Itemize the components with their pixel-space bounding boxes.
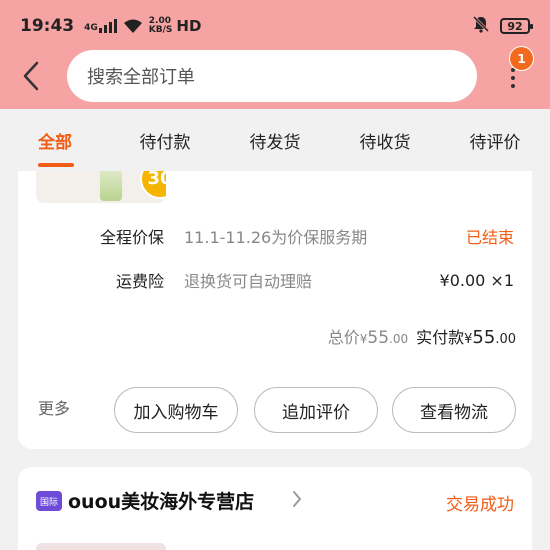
price-protect-status: 已结束	[465, 228, 514, 247]
search-input[interactable]: 搜索全部订单	[67, 50, 477, 102]
tab-label: 待评价	[469, 132, 521, 153]
order-card: 30 全程价保 11.1-11.26为价保服务期 已结束 运费险 退换货可自动理…	[18, 171, 532, 449]
price-protect-label: 全程价保	[99, 228, 164, 247]
tab-label: 全部	[38, 132, 72, 153]
product-thumbnail[interactable]	[36, 543, 166, 550]
shipping-insurance-label: 运费险	[115, 272, 164, 291]
back-button[interactable]	[16, 58, 46, 94]
add-review-button[interactable]: 追加评价	[254, 387, 378, 433]
order-total-line: 总价 ¥55.00 实付款 ¥55.00	[328, 324, 516, 354]
order-tabs: 全部 待付款 待发货 待收货 待评价	[0, 109, 550, 171]
tab-pending-receipt[interactable]: 待收货	[330, 109, 440, 171]
active-tab-indicator	[38, 163, 74, 167]
network-type: 4G	[84, 23, 98, 33]
product-badge: 30	[140, 171, 166, 199]
tab-pending-review[interactable]: 待评价	[440, 109, 550, 171]
cellular-signal-icon: 4G	[84, 19, 117, 33]
network-speed: 2.00 KB/S	[149, 17, 173, 35]
shop-name[interactable]: ouou美妆海外专营店	[68, 487, 254, 514]
product-thumbnail[interactable]: 30	[36, 171, 166, 203]
chevron-right-icon[interactable]	[292, 490, 302, 512]
shipping-insurance-desc: 退换货可自动理赔	[184, 272, 313, 291]
wifi-icon	[123, 18, 143, 34]
add-to-cart-button[interactable]: 加入购物车	[114, 387, 238, 433]
tab-all[interactable]: 全部	[0, 109, 110, 171]
battery-icon: 92	[500, 18, 533, 34]
shop-badge-icon: 国际	[36, 491, 62, 511]
shipping-insurance-row[interactable]: 运费险 退换货可自动理赔 ¥0.00 ×1	[18, 265, 532, 295]
tab-pending-shipment[interactable]: 待发货	[220, 109, 330, 171]
paid-label: 实付款	[416, 328, 465, 347]
chevron-left-icon	[23, 61, 39, 91]
total-label: 总价	[327, 328, 360, 347]
view-logistics-button[interactable]: 查看物流	[392, 387, 516, 433]
status-time: 19:43	[20, 16, 75, 36]
speed-unit: KB/S	[148, 25, 173, 35]
order-card: 国际 ouou美妆海外专营店 交易成功	[18, 467, 532, 550]
tab-label: 待发货	[249, 132, 301, 153]
shipping-insurance-price: ¥0.00 ×1	[439, 270, 514, 290]
product-image	[100, 171, 122, 201]
header: 19:43 4G 2.00 KB/S HD 92 搜索全部订单 1	[0, 0, 550, 109]
more-actions-link[interactable]: 更多	[38, 395, 70, 419]
paid-price: ¥55.00	[464, 327, 516, 348]
hd-indicator: HD	[176, 17, 202, 35]
tab-label: 待付款	[139, 132, 191, 153]
status-bar: 19:43 4G 2.00 KB/S HD 92	[0, 0, 550, 52]
mute-bell-icon	[472, 15, 490, 38]
total-price: ¥55.00	[359, 328, 409, 348]
price-protect-row[interactable]: 全程价保 11.1-11.26为价保服务期 已结束	[18, 221, 532, 251]
tab-pending-payment[interactable]: 待付款	[110, 109, 220, 171]
tab-label: 待收货	[359, 132, 411, 153]
notification-badge: 1	[509, 46, 534, 71]
trade-status: 交易成功	[446, 495, 514, 515]
price-protect-desc: 11.1-11.26为价保服务期	[184, 228, 368, 247]
